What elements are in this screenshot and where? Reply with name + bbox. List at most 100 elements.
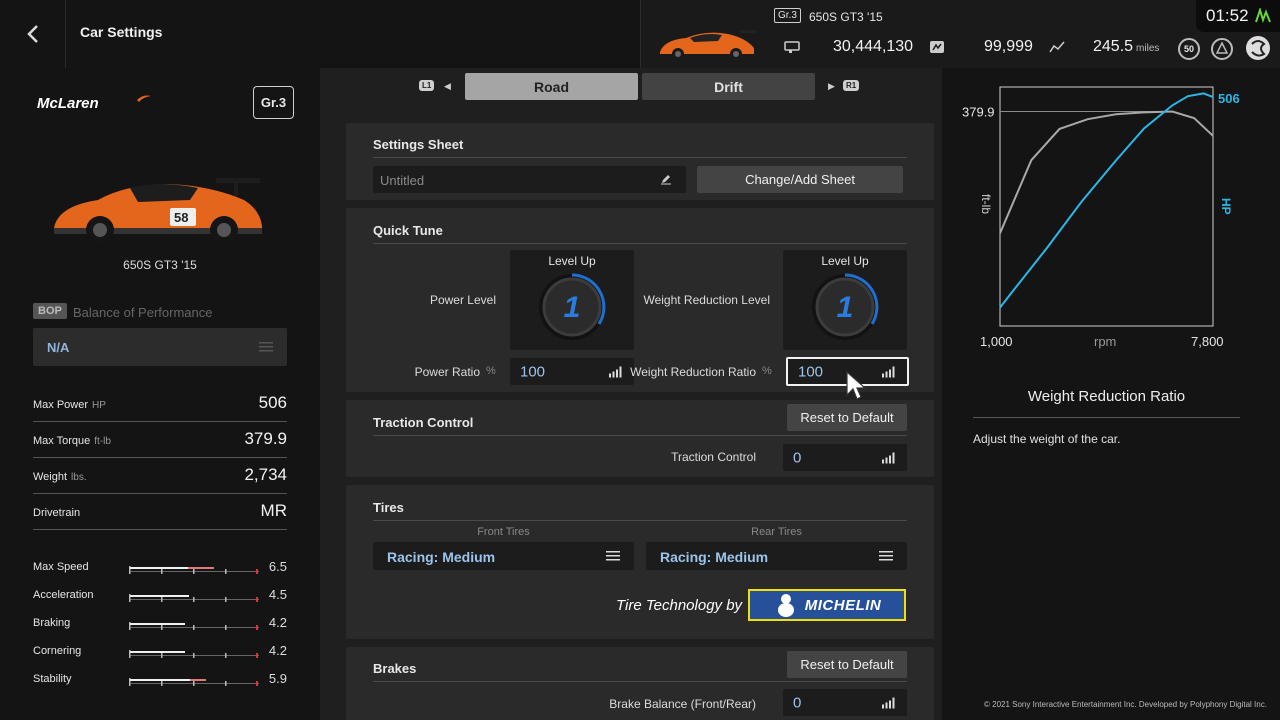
signal-bars-icon: [882, 697, 895, 708]
section-title: Brakes: [373, 661, 417, 676]
svg-text:McLaren: McLaren: [37, 95, 99, 112]
front-tires-select[interactable]: Racing: Medium: [373, 542, 634, 570]
front-tires-label: Front Tires: [477, 526, 530, 538]
section-title: Tires: [373, 500, 404, 515]
spec-value: 506: [258, 393, 287, 412]
weight-ratio-value: 100: [798, 363, 824, 380]
reset-traction-button[interactable]: Reset to Default: [787, 404, 907, 431]
driver-rating-icon: [1211, 38, 1233, 60]
clock-time: 01:52: [1206, 6, 1249, 25]
spec-value: 379.9: [244, 429, 287, 448]
performance-value: 6.5: [268, 559, 287, 574]
weight-level-value: 1: [837, 291, 854, 324]
brake-balance-label: Brake Balance (Front/Rear): [609, 697, 756, 711]
spec-unit: ft-lb: [94, 436, 111, 447]
dial-title: Level Up: [548, 254, 596, 268]
spec-weight: Weight lbs. 2,734: [33, 458, 287, 494]
performance-value: 4.5: [268, 587, 287, 602]
tab-right-arrow-icon: ▶: [828, 81, 835, 91]
performance-row: Cornering 4.2: [33, 642, 287, 662]
michelin-logo: MICHELIN: [748, 589, 906, 621]
weight-level-dial[interactable]: Level Up 1: [783, 250, 907, 350]
chart-frame: [999, 86, 1214, 327]
session-clock: 01:52: [1196, 0, 1280, 32]
spec-label: Weight lbs.: [33, 471, 87, 483]
spec-label-text: Drivetrain: [33, 507, 81, 519]
power-level-dial[interactable]: Level Up 1: [510, 250, 634, 350]
traction-control-value: 0: [793, 449, 802, 466]
pencil-icon: [661, 175, 671, 185]
tire-technology-label: Tire Technology by: [616, 597, 743, 614]
performance-label: Stability: [33, 673, 72, 685]
power-ratio-value: 100: [520, 363, 546, 380]
change-add-sheet-button[interactable]: Change/Add Sheet: [697, 166, 903, 193]
credits-icon: [784, 41, 800, 53]
section-title: Settings Sheet: [373, 137, 464, 152]
signal-bars-icon: [882, 452, 895, 463]
car-model-name: 650S GT3 '15: [123, 258, 197, 272]
performance-bar: [129, 566, 259, 574]
power-level-label: Power Level: [429, 293, 496, 307]
mileage-icon: [930, 41, 944, 53]
distance-value: 245.5 miles: [1093, 38, 1159, 56]
copyright-notice: © 2021 Sony Interactive Entertainment In…: [984, 700, 1267, 709]
car-info-panel: McLaren Gr.3 58 650S GT3 '15 BOP Balance…: [0, 68, 320, 720]
divider: [973, 417, 1240, 418]
l1-button-hint: L1: [419, 80, 435, 91]
performance-row: Acceleration 4.5: [33, 586, 287, 606]
x-tick-label: 7,800: [1191, 334, 1224, 349]
page-title: Car Settings: [80, 24, 163, 40]
spec-drivetrain: Drivetrain MR: [33, 494, 287, 530]
section-title: Traction Control: [373, 415, 474, 430]
power-torque-chart: 379.9 506 ft-lb HP 1,000 7,800 rpm: [962, 86, 1240, 349]
performance-label: Cornering: [33, 645, 82, 657]
tab-drift[interactable]: Drift: [642, 73, 815, 100]
r1-button-hint: R1: [843, 80, 860, 91]
traction-control-label: Traction Control: [671, 450, 756, 464]
spec-label: Drivetrain: [33, 507, 84, 519]
current-car-name: 650S GT3 '15: [809, 10, 883, 24]
performance-bar: [129, 678, 259, 686]
driver-level-badge: 50: [1178, 38, 1200, 60]
svg-text:58: 58: [174, 210, 188, 225]
bop-select[interactable]: N/A: [33, 328, 287, 366]
spec-label: Max Power HP: [33, 399, 106, 411]
power-peak-label: 506: [1218, 91, 1240, 106]
weight-ratio-unit: %: [762, 365, 772, 377]
x-tick-label: 1,000: [980, 334, 1013, 349]
divider: [373, 681, 907, 682]
michelin-text: MICHELIN: [804, 596, 882, 614]
sheet-name-field[interactable]: Untitled: [373, 166, 686, 193]
spec-label-text: Max Power: [33, 399, 89, 411]
current-car-thumbnail: [660, 30, 756, 60]
rear-tires-select[interactable]: Racing: Medium: [646, 542, 907, 570]
distance-number: 245.5: [1093, 38, 1134, 55]
power-ratio-unit: %: [486, 365, 496, 377]
x-axis-label: rpm: [1094, 334, 1116, 349]
performance-label: Max Speed: [33, 561, 89, 573]
power-curve: [999, 92, 1214, 309]
distance-unit: miles: [1136, 43, 1160, 54]
reset-brakes-button[interactable]: Reset to Default: [787, 651, 907, 678]
section-title: Quick Tune: [373, 223, 443, 238]
sportsmanship-rating-icon: [1246, 36, 1270, 60]
brakes-section: Brakes Reset to Default Brake Balance (F…: [346, 647, 934, 720]
car-class-badge: Gr.3: [774, 8, 801, 23]
divider: [373, 520, 907, 521]
bop-badge: BOP: [33, 303, 67, 319]
traction-control-field[interactable]: 0: [783, 444, 907, 471]
brake-balance-field[interactable]: 0: [783, 689, 907, 716]
performance-label: Acceleration: [33, 589, 94, 601]
rear-tires-value: Racing: Medium: [660, 549, 769, 565]
brand-logo: McLaren: [37, 94, 151, 117]
bop-value: N/A: [47, 340, 70, 355]
tab-road[interactable]: Road: [465, 73, 638, 100]
performance-row: Stability 5.9: [33, 670, 287, 690]
back-button[interactable]: [0, 0, 66, 68]
spec-unit: lbs.: [71, 472, 87, 483]
performance-bar: [129, 650, 259, 658]
performance-bar: [129, 594, 259, 602]
front-tires-value: Racing: Medium: [387, 549, 496, 565]
spec-max-torque: Max Torque ft-lb 379.9: [33, 422, 287, 458]
spec-value: 2,734: [244, 465, 287, 484]
